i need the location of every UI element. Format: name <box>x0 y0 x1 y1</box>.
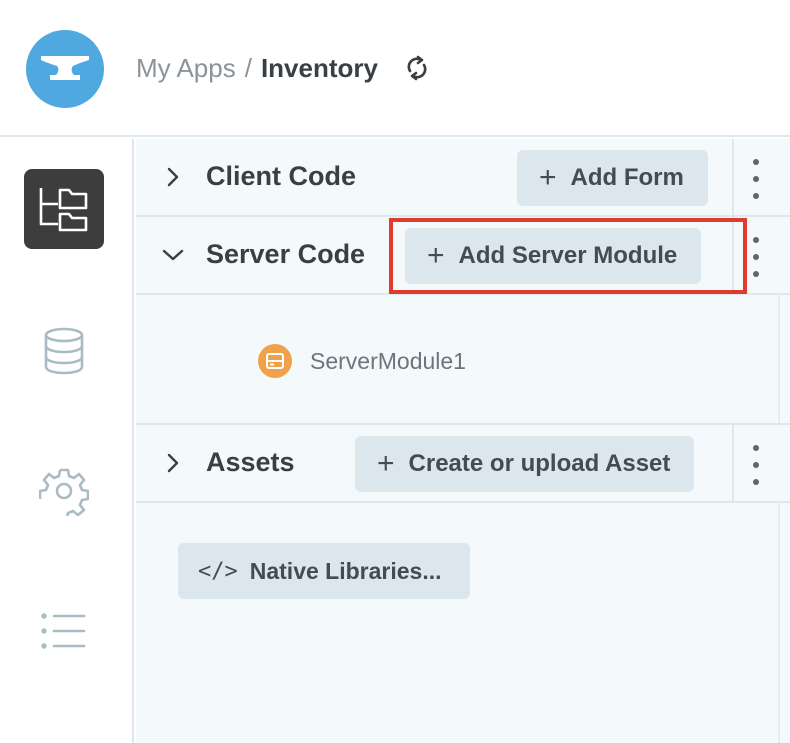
add-form-button[interactable]: + Add Form <box>517 150 708 206</box>
sidebar-item-data[interactable] <box>24 311 104 391</box>
more-options-icon[interactable] <box>750 237 762 277</box>
code-icon: </> <box>198 558 238 584</box>
section-server-code[interactable]: Server Code + Add Server Module <box>136 217 790 295</box>
row-separator <box>732 425 734 503</box>
create-upload-asset-button[interactable]: + Create or upload Asset <box>355 436 695 492</box>
gear-icon <box>39 468 89 516</box>
native-libraries-button[interactable]: </> Native Libraries... <box>178 543 470 599</box>
plus-icon: + <box>377 447 395 480</box>
add-server-module-button[interactable]: + Add Server Module <box>405 228 702 284</box>
chevron-right-icon[interactable] <box>162 452 184 474</box>
more-options-icon[interactable] <box>750 445 762 485</box>
server-module-label: ServerModule1 <box>310 347 466 374</box>
section-title-assets: Assets <box>206 447 295 477</box>
app-header: My Apps / Inventory <box>0 0 790 137</box>
list-icon <box>41 613 86 649</box>
server-module-list: ServerModule1 <box>136 295 790 425</box>
breadcrumb-separator: / <box>244 52 252 83</box>
plus-icon: + <box>539 161 557 194</box>
create-upload-asset-label: Create or upload Asset <box>408 450 671 477</box>
section-assets[interactable]: Assets + Create or upload Asset <box>136 425 790 503</box>
plus-icon: + <box>427 239 445 272</box>
section-client-code[interactable]: Client Code + Add Form <box>136 139 790 217</box>
more-options-icon[interactable] <box>750 159 762 199</box>
row-separator <box>732 217 734 295</box>
add-server-module-label: Add Server Module <box>458 242 678 269</box>
add-form-label: Add Form <box>570 164 684 191</box>
chevron-down-icon[interactable] <box>162 244 184 266</box>
left-sidebar <box>0 139 134 743</box>
server-module-icon <box>258 344 292 378</box>
row-separator <box>732 139 734 217</box>
sidebar-item-settings[interactable] <box>24 451 104 531</box>
sidebar-item-list[interactable] <box>24 591 104 671</box>
refresh-icon[interactable] <box>402 53 432 83</box>
section-title-server-code: Server Code <box>206 239 366 269</box>
folder-tree-icon <box>39 188 88 232</box>
sidebar-item-code[interactable] <box>24 169 104 249</box>
anvil-logo[interactable] <box>26 30 104 108</box>
section-title-client-code: Client Code <box>206 161 357 191</box>
breadcrumb-current-app: Inventory <box>260 52 378 83</box>
database-icon <box>44 327 84 375</box>
anvil-icon <box>41 56 89 80</box>
app-browser-panel: Client Code + Add Form Server Code + Add… <box>136 139 790 743</box>
breadcrumb-my-apps[interactable]: My Apps <box>136 53 236 84</box>
chevron-right-icon[interactable] <box>162 166 184 188</box>
native-libraries-label: Native Libraries... <box>249 557 442 584</box>
list-item-server-module[interactable]: ServerModule1 <box>258 343 466 379</box>
breadcrumb: My Apps / Inventory <box>136 50 432 86</box>
